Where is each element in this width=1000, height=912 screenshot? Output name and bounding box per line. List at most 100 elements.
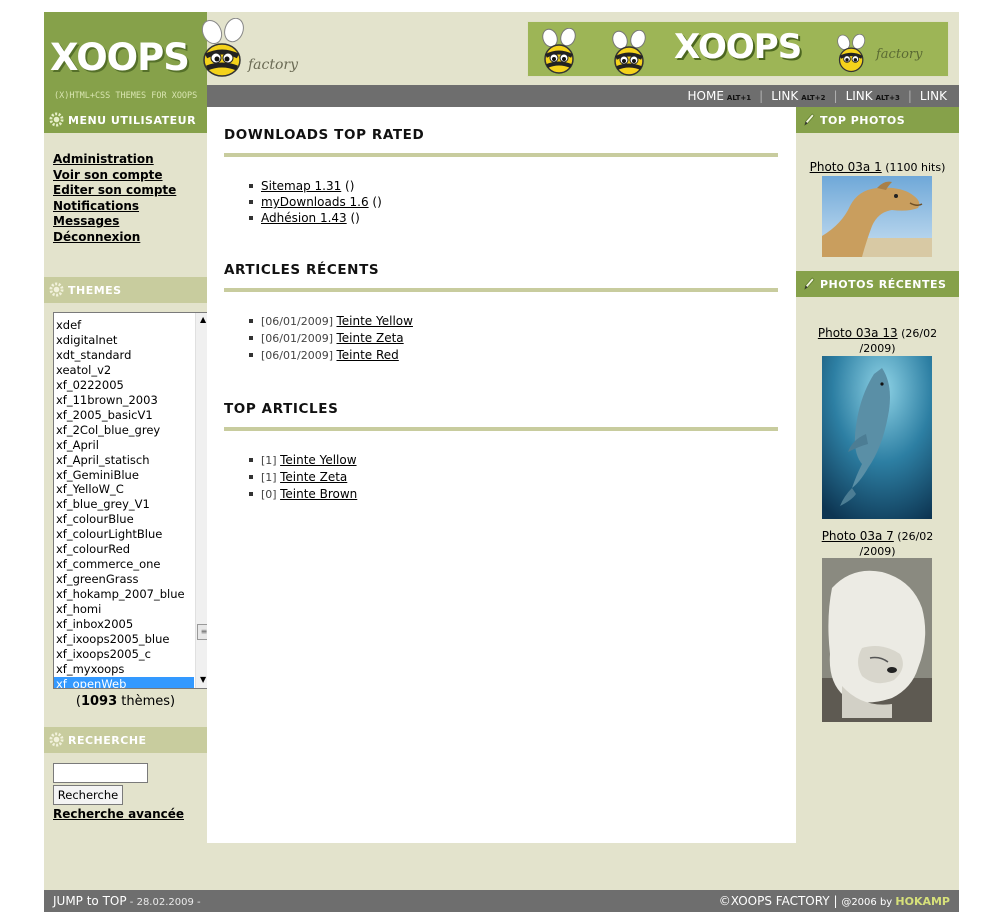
polar-bear-photo-image xyxy=(822,558,932,722)
theme-option[interactable]: xf_colourLightBlue xyxy=(54,527,194,542)
nav-link-2[interactable]: LINK ALT+2 xyxy=(771,89,825,103)
theme-option[interactable]: xf_April_statisch xyxy=(54,453,194,468)
scroll-down-icon[interactable]: ▼ xyxy=(200,675,206,684)
recent-photos-title: PHOTOS RÉCENTES xyxy=(796,271,959,297)
header-banner[interactable]: XOOPS factory xyxy=(527,21,949,77)
menu-item-administration[interactable]: Administration xyxy=(53,152,207,168)
theme-option[interactable]: xf_colourBlue xyxy=(54,512,194,527)
list-item: myDownloads 1.6 () xyxy=(247,194,778,210)
user-menu-title: MENU UTILISATEUR xyxy=(44,107,207,133)
theme-option[interactable]: xf_2005_basicV1 xyxy=(54,408,194,423)
photo-caption: Photo 03a 1 (1100 hits) xyxy=(796,160,959,175)
article-link[interactable]: Teinte Yellow xyxy=(336,314,412,328)
search-title-text: RECHERCHE xyxy=(68,734,147,747)
dolphin-photo[interactable] xyxy=(822,356,932,519)
logo-subtitle: factory xyxy=(248,57,299,73)
accesskey-hint: ALT+2 xyxy=(801,94,826,102)
theme-option[interactable]: xf_2Col_blue_grey xyxy=(54,423,194,438)
banner-subtitle: factory xyxy=(876,47,923,62)
theme-option[interactable]: xf_ixoops2005_c xyxy=(54,647,194,662)
theme-option[interactable]: xeatol_v2 xyxy=(54,363,194,378)
jump-to-top-link[interactable]: JUMP to TOP xyxy=(53,894,127,908)
theme-option[interactable]: xf_11brown_2003 xyxy=(54,393,194,408)
theme-option[interactable]: xdt_standard xyxy=(54,348,194,363)
photo-link[interactable]: Photo 03a 1 xyxy=(810,160,882,174)
menu-item-view-account[interactable]: Voir son compte xyxy=(53,168,207,184)
right-sidebar: TOP PHOTOS Photo 03a 1 (1100 hits) PHOTO… xyxy=(796,107,959,843)
theme-option[interactable]: xf_commerce_one xyxy=(54,557,194,572)
search-input[interactable] xyxy=(53,763,148,783)
theme-option[interactable]: xf_ixoops2005_blue xyxy=(54,632,194,647)
article-rank: [1] xyxy=(261,471,281,484)
camel-photo[interactable] xyxy=(822,176,932,257)
main-content: DOWNLOADS TOP RATED Sitemap 1.31 () myDo… xyxy=(207,107,796,843)
downloads-title: DOWNLOADS TOP RATED xyxy=(224,127,425,143)
download-link[interactable]: Sitemap 1.31 xyxy=(261,179,341,193)
theme-option[interactable]: xf_openWeb xyxy=(54,676,194,688)
nav-link-4[interactable]: LINK xyxy=(920,89,947,103)
article-rank: [1] xyxy=(261,454,281,467)
footer-separator: | xyxy=(829,894,842,908)
photo-date-year: /2009) xyxy=(859,342,896,355)
pencil-icon xyxy=(804,277,815,290)
divider xyxy=(224,153,778,157)
menu-item-messages[interactable]: Messages xyxy=(53,214,207,230)
nav-home-link[interactable]: HOME ALT+1 xyxy=(688,89,752,103)
banner-title: XOOPS xyxy=(674,27,802,67)
theme-option[interactable]: xf_0222005 xyxy=(54,378,194,393)
theme-option[interactable]: xf_April xyxy=(54,438,194,453)
photo-link[interactable]: Photo 03a 7 xyxy=(822,529,894,543)
search-title: RECHERCHE xyxy=(44,727,207,753)
theme-option[interactable]: xf_homi xyxy=(54,602,194,617)
advanced-search-link[interactable]: Recherche avancée xyxy=(53,807,184,821)
download-link[interactable]: myDownloads 1.6 xyxy=(261,195,369,209)
list-item: [1] Teinte Zeta xyxy=(247,469,778,486)
nav-separator: | xyxy=(833,89,838,103)
nav-link-3[interactable]: LINK ALT+3 xyxy=(846,89,900,103)
theme-option[interactable]: xf_greenGrass xyxy=(54,572,194,587)
search-button[interactable]: Recherche xyxy=(53,785,123,805)
article-date: [06/01/2009] xyxy=(261,315,337,328)
article-link[interactable]: Teinte Zeta xyxy=(336,331,403,345)
theme-option[interactable]: xf_hokamp_2007_blue xyxy=(54,587,194,602)
polar-bear-photo[interactable] xyxy=(822,558,932,722)
theme-option[interactable]: xf_inbox2005 xyxy=(54,617,194,632)
article-link[interactable]: Teinte Red xyxy=(336,348,398,362)
menu-item-edit-account[interactable]: Editer son compte xyxy=(53,183,207,199)
themes-title-text: THEMES xyxy=(68,284,122,297)
bullet-icon xyxy=(249,200,253,204)
theme-select-listbox[interactable]: xdef xdigitalnet xdt_standard xeatol_v2 xf_0… xyxy=(53,312,213,689)
theme-count-suffix: thèmes) xyxy=(117,694,176,709)
bullet-icon xyxy=(249,353,253,357)
camel-photo-image xyxy=(822,176,932,257)
gear-icon xyxy=(49,732,64,747)
theme-option[interactable]: xf_GeminiBlue xyxy=(54,468,194,483)
list-item: [0] Teinte Brown xyxy=(247,486,778,503)
dolphin-photo-image xyxy=(822,356,932,519)
article-link[interactable]: Teinte Yellow xyxy=(280,453,356,467)
list-item: [06/01/2009] Teinte Red xyxy=(247,347,778,364)
article-link[interactable]: Teinte Zeta xyxy=(280,470,347,484)
photo-link[interactable]: Photo 03a 13 xyxy=(818,326,898,340)
menu-item-notifications[interactable]: Notifications xyxy=(53,199,207,215)
list-item: [1] Teinte Yellow xyxy=(247,452,778,469)
theme-option[interactable]: xf_YelloW_C xyxy=(54,482,194,497)
theme-option[interactable]: xf_myxoops xyxy=(54,662,194,677)
article-link[interactable]: Teinte Brown xyxy=(280,487,357,501)
theme-option[interactable]: xf_colourRed xyxy=(54,542,194,557)
author-link[interactable]: HOKAMP xyxy=(895,895,950,908)
theme-option[interactable]: xdigitalnet xyxy=(54,333,194,348)
download-link[interactable]: Adhésion 1.43 xyxy=(261,211,347,225)
logo-text: XOOPS xyxy=(50,36,190,79)
theme-option[interactable]: xdef xyxy=(54,318,194,333)
recent-photos-title-text: PHOTOS RÉCENTES xyxy=(820,278,947,291)
downloads-block: DOWNLOADS TOP RATED Sitemap 1.31 () myDo… xyxy=(224,120,778,226)
list-item: Sitemap 1.31 () xyxy=(247,178,778,194)
menu-item-logout[interactable]: Déconnexion xyxy=(53,230,207,246)
pencil-icon xyxy=(804,113,815,126)
logo-block[interactable]: XOOPS xyxy=(44,12,207,85)
list-item: Adhésion 1.43 () xyxy=(247,210,778,226)
article-date: [06/01/2009] xyxy=(261,332,337,345)
scroll-up-icon[interactable]: ▲ xyxy=(200,315,206,324)
theme-option[interactable]: xf_blue_grey_V1 xyxy=(54,497,194,512)
